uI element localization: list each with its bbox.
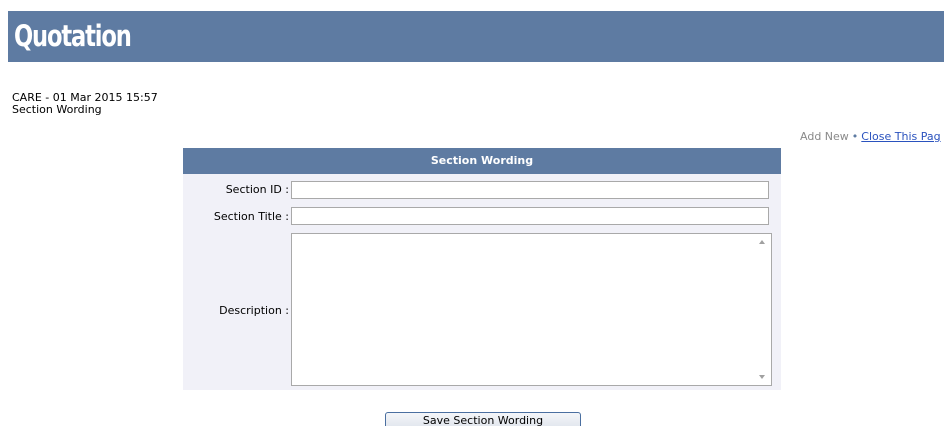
add-new-link[interactable]: Add New xyxy=(800,130,849,143)
close-page-link[interactable]: Close This Pag xyxy=(861,130,940,143)
record-subtitle: Section Wording xyxy=(12,103,102,116)
page-title: Quotation xyxy=(14,19,132,53)
header-banner: Quotation xyxy=(8,11,944,62)
section-id-label: Section ID : xyxy=(225,183,289,196)
section-title-input[interactable] xyxy=(291,207,769,225)
record-meta: CARE - 01 Mar 2015 15:57 Section Wording xyxy=(12,92,158,116)
section-title-label: Section Title : xyxy=(213,210,289,223)
save-section-wording-button[interactable]: Save Section Wording xyxy=(385,412,581,426)
link-separator: • xyxy=(851,130,859,143)
scroll-down-arrow-icon[interactable] xyxy=(759,375,765,379)
section-wording-panel: Section Wording Section ID : Section Tit… xyxy=(183,148,781,390)
description-label: Description : xyxy=(219,304,289,317)
description-textarea[interactable] xyxy=(291,233,772,386)
section-id-input[interactable] xyxy=(291,181,769,199)
description-scrollbar[interactable] xyxy=(754,234,771,385)
scroll-up-arrow-icon[interactable] xyxy=(759,240,765,244)
page: Quotation CARE - 01 Mar 2015 15:57 Secti… xyxy=(0,0,944,426)
page-actions: Add New • Close This Pag xyxy=(800,130,941,143)
panel-title: Section Wording xyxy=(183,148,781,174)
